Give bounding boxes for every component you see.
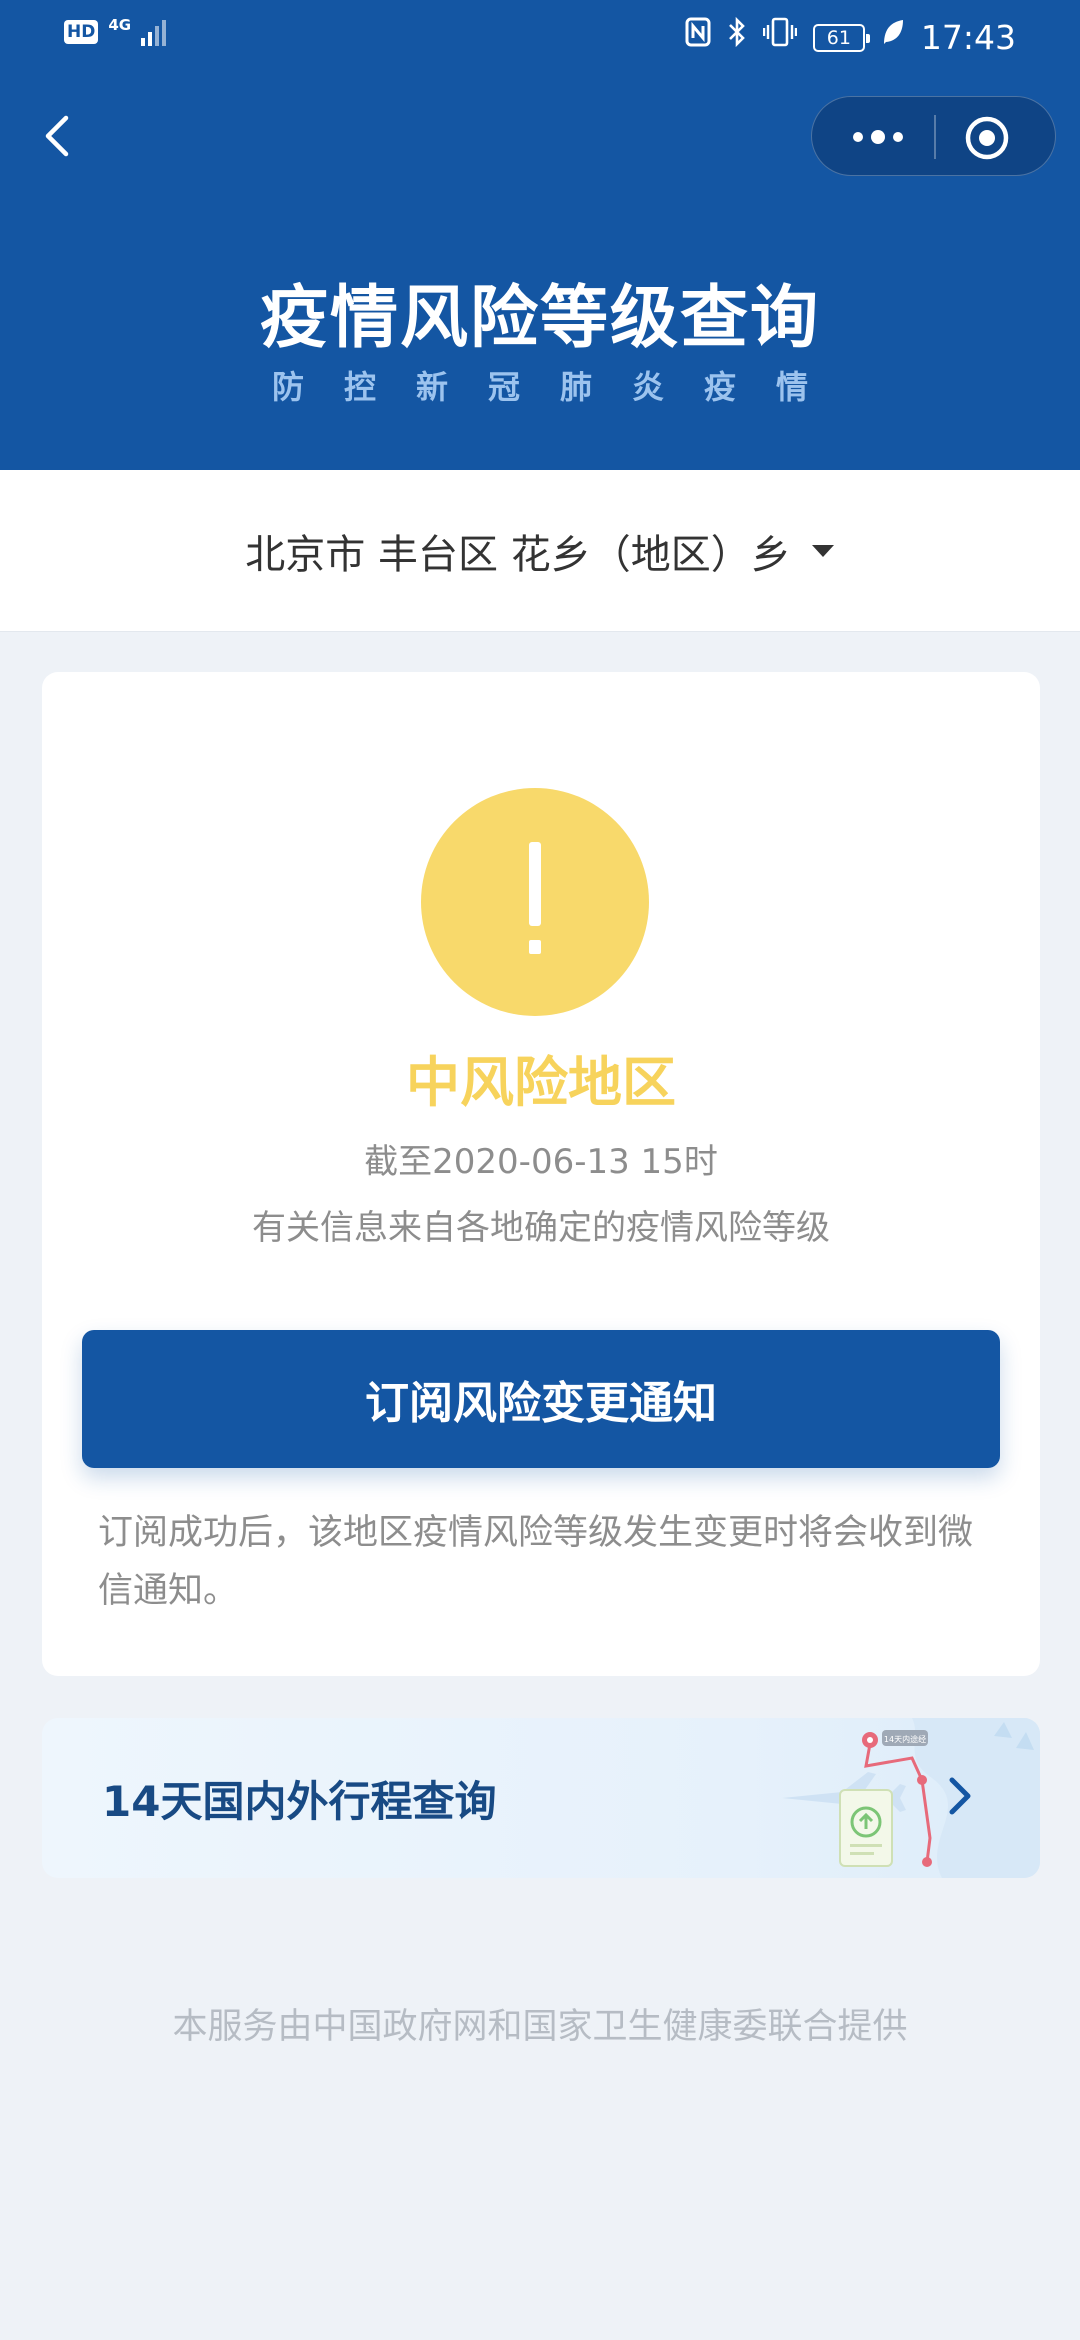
hd-badge: HD (64, 20, 99, 44)
leaf-icon (881, 17, 905, 58)
route-map-badge: 14天内途经 (884, 1734, 926, 1744)
miniprogram-capsule (811, 96, 1056, 176)
clock: 17:43 (920, 18, 1016, 57)
warning-icon (421, 788, 649, 1016)
signal-icon (141, 18, 167, 46)
page-title: 疫情风险等级查询 (259, 279, 820, 358)
status-right: 61 17:43 (685, 16, 1016, 59)
battery-icon: 61 (812, 23, 870, 52)
header: HD 4G 61 17:43 疫情风险等级查询 防控新冠肺炎疫情 (0, 0, 1080, 470)
update-time: 截至2020-06-13 15时 (364, 1142, 718, 1182)
vibrate-icon (762, 16, 798, 59)
itinerary-query-card[interactable]: 14天国内外行程查询 14天内途经 (42, 1718, 1040, 1878)
risk-level: 中风险地区 (406, 1051, 676, 1114)
itinerary-label: 14天国内外行程查询 (102, 1777, 497, 1826)
more-dots-icon (853, 130, 903, 144)
status-bar: HD 4G 61 17:43 (0, 0, 1080, 74)
risk-card: 中风险地区 截至2020-06-13 15时 有关信息来自各地确定的疫情风险等级… (42, 672, 1040, 1676)
close-miniprogram-button[interactable] (964, 115, 1010, 161)
footer-note: 本服务由中国政府网和国家卫生健康委联合提供 (172, 2007, 908, 2047)
bluetooth-icon (727, 16, 747, 59)
status-left: HD 4G (64, 16, 167, 46)
route-map-icon: 14天内途经 (782, 1718, 1040, 1878)
page: HD 4G 61 17:43 疫情风险等级查询 防控新冠肺炎疫情 北京市 丰台区… (0, 0, 1080, 2340)
subscribe-button[interactable]: 订阅风险变更通知 (82, 1330, 1000, 1468)
network-type: 4G (108, 16, 132, 34)
caret-down-icon (811, 544, 834, 557)
target-icon (965, 116, 1009, 160)
back-button[interactable] (34, 108, 84, 164)
more-button[interactable] (848, 125, 908, 149)
back-arrow-icon (45, 115, 69, 157)
capsule-divider (934, 115, 936, 159)
subscribe-note: 订阅成功后，该地区疫情风险等级发生变更时将会收到微信通知。 (98, 1513, 974, 1611)
nfc-icon (685, 16, 711, 59)
location-text: 北京市 丰台区 花乡（地区）乡 (245, 531, 791, 578)
source-note: 有关信息来自各地确定的疫情风险等级 (252, 1208, 830, 1248)
location-selector[interactable]: 北京市 丰台区 花乡（地区）乡 (0, 470, 1080, 632)
page-subtitle: 防控新冠肺炎疫情 (271, 368, 848, 406)
